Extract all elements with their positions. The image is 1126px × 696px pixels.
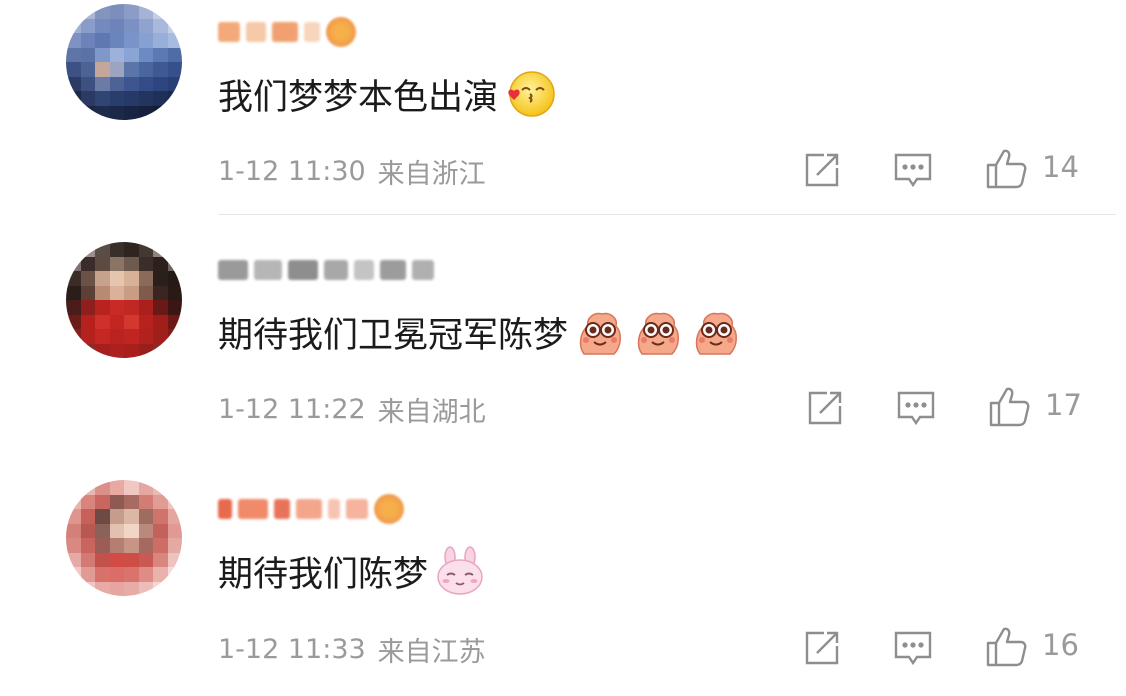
kiss-emoji-icon	[504, 68, 556, 120]
comment-location: 来自江苏	[377, 637, 486, 668]
comment-icon[interactable]	[896, 388, 936, 428]
repost-icon[interactable]	[802, 628, 842, 668]
comment-location: 来自浙江	[377, 159, 486, 190]
avatar-pixelated-image	[66, 480, 182, 596]
comment-actions: 14	[800, 147, 1100, 196]
avatar-pixelated-image	[66, 4, 182, 120]
repost-icon[interactable]	[802, 150, 842, 190]
username-obscured[interactable]	[218, 12, 356, 52]
divider	[218, 214, 1116, 215]
comment-icon[interactable]	[893, 628, 933, 668]
like-count: 16	[1042, 628, 1079, 662]
like-count: 17	[1045, 388, 1082, 422]
comment-body: 我们梦梦本色出演	[218, 77, 499, 118]
avatar[interactable]	[66, 480, 182, 596]
comment-meta: 1-12 11:30 来自浙江	[218, 152, 486, 191]
comment-body: 期待我们陈梦	[218, 554, 429, 595]
comment-text: 我们梦梦本色出演	[218, 68, 556, 120]
comment-date: 1-12 11:22	[218, 394, 366, 425]
sparkle-eyes-emoji-icon	[574, 306, 626, 358]
avatar-pixelated-image	[66, 242, 182, 358]
like-count: 14	[1042, 150, 1079, 184]
comment-actions: 17	[803, 385, 1103, 434]
vip-badge-icon	[374, 494, 404, 524]
vip-badge-icon	[326, 17, 356, 47]
avatar[interactable]	[66, 242, 182, 358]
sparkle-eyes-emoji-icon	[690, 306, 742, 358]
comment-text: 期待我们卫冕冠军陈梦	[218, 306, 742, 358]
thumbs-up-icon[interactable]	[984, 147, 1028, 191]
thumbs-up-icon[interactable]	[987, 385, 1031, 429]
bunny-emoji-icon	[434, 545, 486, 597]
repost-icon[interactable]	[805, 388, 845, 428]
comment-text: 期待我们陈梦	[218, 545, 486, 597]
comment-meta: 1-12 11:33 来自江苏	[218, 630, 486, 669]
comment-date: 1-12 11:30	[218, 156, 366, 187]
sparkle-eyes-emoji-icon	[632, 306, 684, 358]
username-obscured[interactable]	[218, 250, 434, 290]
comment-body: 期待我们卫冕冠军陈梦	[218, 315, 569, 356]
comment-actions: 16	[800, 625, 1100, 674]
thumbs-up-icon[interactable]	[984, 625, 1028, 669]
comment-icon[interactable]	[893, 150, 933, 190]
comment-location: 来自湖北	[377, 397, 486, 428]
comment-meta: 1-12 11:22 来自湖北	[218, 390, 486, 429]
username-obscured[interactable]	[218, 489, 404, 529]
comment-date: 1-12 11:33	[218, 634, 366, 665]
avatar[interactable]	[66, 4, 182, 120]
